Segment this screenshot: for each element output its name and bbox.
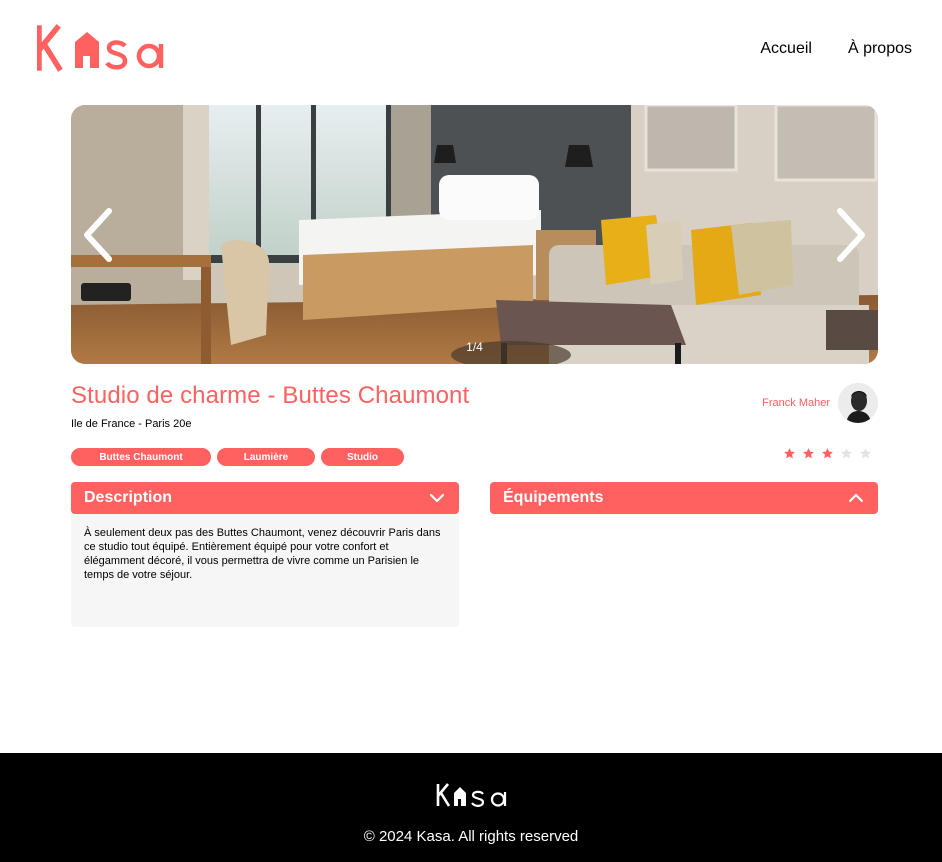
kasa-logo-footer	[436, 783, 507, 807]
nav-link-accueil[interactable]: Accueil	[760, 40, 812, 58]
listing-photo	[71, 105, 878, 364]
description-text: À seulement deux pas des Buttes Chaumont…	[71, 510, 459, 627]
equipments-collapse-header[interactable]: Équipements	[490, 482, 878, 514]
site-footer: © 2024 Kasa. All rights reserved	[0, 753, 942, 862]
description-collapse-header[interactable]: Description	[71, 482, 459, 514]
star-filled-icon	[784, 448, 795, 459]
photo-carousel: 1/4	[71, 105, 878, 364]
listing-location: Ile de France - Paris 20e	[71, 418, 192, 430]
host-avatar	[838, 383, 878, 423]
chevron-down-icon[interactable]	[429, 490, 445, 506]
star-filled-icon	[803, 448, 814, 459]
copyright-text: © 2024 Kasa. All rights reserved	[363, 828, 579, 845]
host-name: Franck Maher	[762, 397, 830, 409]
listing-title: Studio de charme - Buttes Chaumont	[71, 382, 470, 409]
equipments-title: Équipements	[503, 489, 604, 506]
description-collapse: Description À seulement deux pas des But…	[71, 482, 459, 627]
tag: Laumière	[217, 448, 315, 466]
equipments-collapse: Équipements	[490, 482, 878, 514]
site-header: Accueil À propos	[0, 0, 942, 100]
chevron-up-icon[interactable]	[848, 490, 864, 506]
star-empty-icon	[841, 448, 852, 459]
star-empty-icon	[860, 448, 871, 459]
kasa-logo[interactable]	[37, 24, 173, 72]
description-title: Description	[84, 489, 173, 506]
tag: Studio	[321, 448, 404, 466]
host-info: Franck Maher	[762, 383, 878, 423]
star-filled-icon	[822, 448, 833, 459]
chevron-right-icon[interactable]	[830, 205, 870, 265]
carousel-counter: 1/4	[466, 340, 483, 354]
rating-stars	[783, 447, 872, 460]
chevron-left-icon[interactable]	[79, 205, 119, 265]
nav-link-a-propos[interactable]: À propos	[848, 40, 912, 58]
tag-list: Buttes Chaumont Laumière Studio	[71, 448, 404, 466]
tag: Buttes Chaumont	[71, 448, 211, 466]
main-nav: Accueil À propos	[760, 40, 912, 58]
